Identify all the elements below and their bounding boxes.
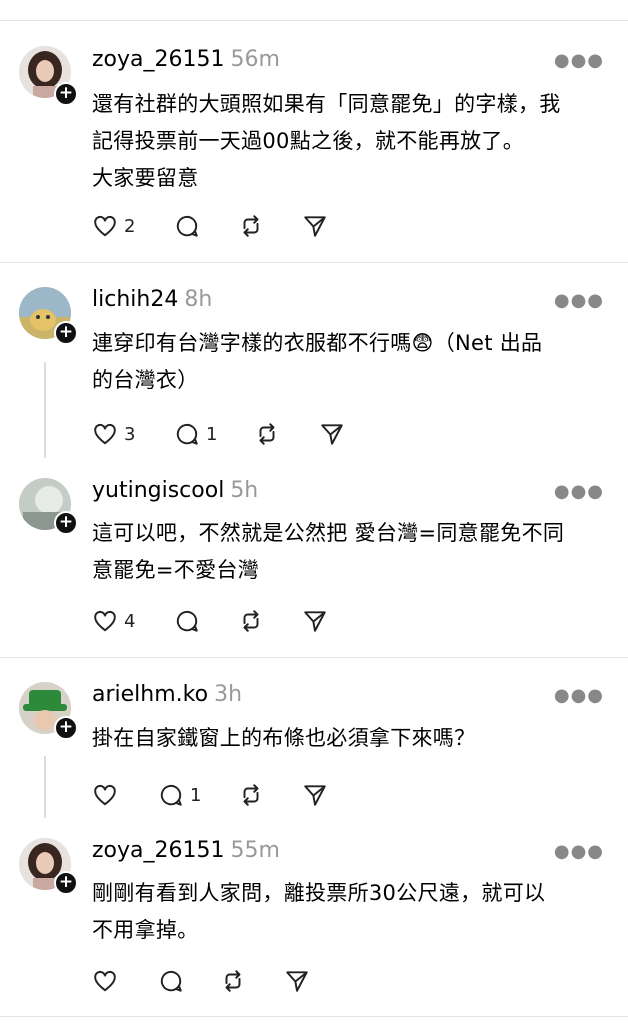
action-bar: 3 1	[92, 419, 352, 449]
timestamp: 5h	[230, 478, 259, 503]
follow-plus-icon[interactable]: +	[54, 321, 78, 345]
reply-button[interactable]	[158, 966, 184, 996]
username[interactable]: zoya_26151	[92, 47, 225, 72]
reply-button[interactable]	[174, 606, 200, 636]
comment-icon	[176, 610, 198, 632]
heart-icon	[94, 423, 116, 445]
comment-icon	[176, 423, 198, 445]
thread-line	[44, 756, 46, 818]
post-divider	[0, 262, 628, 263]
top-divider	[0, 20, 628, 21]
thread-line	[44, 362, 46, 458]
timestamp: 56m	[230, 47, 280, 72]
post-text: 連穿印有台灣字樣的衣服都不行嗎😨（Net 出品 的台灣衣）	[92, 331, 543, 392]
repost-icon	[243, 610, 259, 632]
follow-plus-icon[interactable]: +	[54, 511, 78, 535]
follow-plus-icon[interactable]: +	[54, 82, 78, 106]
more-options-icon[interactable]: ●●●	[554, 52, 604, 70]
share-button[interactable]	[302, 606, 328, 636]
repost-icon	[259, 423, 275, 445]
like-button[interactable]: 3	[92, 419, 135, 449]
heart-icon	[94, 784, 116, 806]
reply-button[interactable]: 1	[158, 780, 201, 810]
send-icon	[286, 971, 308, 992]
more-options-icon[interactable]: ●●●	[554, 843, 604, 861]
reply-button[interactable]: 1	[174, 419, 217, 449]
reply-button[interactable]	[174, 211, 200, 241]
more-options-icon[interactable]: ●●●	[554, 687, 604, 705]
heart-icon	[94, 215, 116, 237]
reply-count: 1	[190, 784, 202, 806]
like-button[interactable]: 2	[92, 211, 135, 241]
post-header: lichih24 8h	[92, 286, 212, 314]
post-text: 這可以吧，不然就是公然把 愛台灣=同意罷免不同 意罷免=不愛台灣	[92, 521, 565, 582]
like-count: 4	[124, 610, 136, 632]
timestamp: 8h	[184, 287, 213, 312]
username[interactable]: yutingiscool	[92, 478, 224, 503]
post-header: zoya_26151 56m	[92, 46, 280, 74]
follow-plus-icon[interactable]: +	[54, 871, 78, 895]
heart-icon	[94, 970, 116, 992]
action-bar: 4	[92, 606, 352, 636]
follow-plus-icon[interactable]: +	[54, 716, 78, 740]
share-button[interactable]	[319, 419, 345, 449]
send-icon	[304, 611, 326, 632]
post-header: arielhm.ko 3h	[92, 681, 242, 709]
action-bar: 1	[92, 780, 352, 810]
like-count: 2	[124, 215, 136, 237]
comment-icon	[160, 784, 182, 806]
username[interactable]: lichih24	[92, 287, 178, 312]
post-divider	[0, 657, 628, 658]
share-button[interactable]	[284, 966, 310, 996]
repost-icon	[243, 215, 259, 237]
like-button[interactable]	[92, 966, 118, 996]
comment-icon	[176, 215, 198, 237]
action-bar	[92, 966, 332, 996]
timestamp: 55m	[230, 838, 280, 863]
username[interactable]: arielhm.ko	[92, 682, 208, 707]
action-bar: 2	[92, 211, 352, 241]
post-header: yutingiscool 5h	[92, 477, 258, 505]
repost-button[interactable]	[238, 780, 264, 810]
repost-button[interactable]	[254, 419, 280, 449]
heart-icon	[94, 610, 116, 632]
repost-icon	[243, 784, 259, 806]
username[interactable]: zoya_26151	[92, 838, 225, 863]
comment-icon	[160, 970, 182, 992]
reply-count: 1	[206, 423, 218, 445]
post-text: 還有社群的大頭照如果有「同意罷免」的字樣，我 記得投票前一天過00點之後，就不能…	[92, 92, 561, 190]
send-icon	[304, 785, 326, 806]
like-button[interactable]	[92, 780, 118, 810]
bottom-divider	[0, 1016, 628, 1017]
like-button[interactable]: 4	[92, 606, 135, 636]
send-icon	[321, 424, 343, 445]
share-button[interactable]	[302, 780, 328, 810]
repost-icon	[225, 970, 241, 992]
repost-button[interactable]	[238, 211, 264, 241]
post-text: 剛剛有看到人家問，離投票所30公尺遠，就可以 不用拿掉。	[92, 881, 546, 942]
more-options-icon[interactable]: ●●●	[554, 483, 604, 501]
post-text: 掛在自家鐵窗上的布條也必須拿下來嗎？	[92, 726, 476, 750]
more-options-icon[interactable]: ●●●	[554, 292, 604, 310]
post-header: zoya_26151 55m	[92, 837, 280, 865]
share-button[interactable]	[302, 211, 328, 241]
send-icon	[304, 216, 326, 237]
like-count: 3	[124, 423, 136, 445]
repost-button[interactable]	[238, 606, 264, 636]
repost-button[interactable]	[220, 966, 246, 996]
timestamp: 3h	[214, 682, 243, 707]
